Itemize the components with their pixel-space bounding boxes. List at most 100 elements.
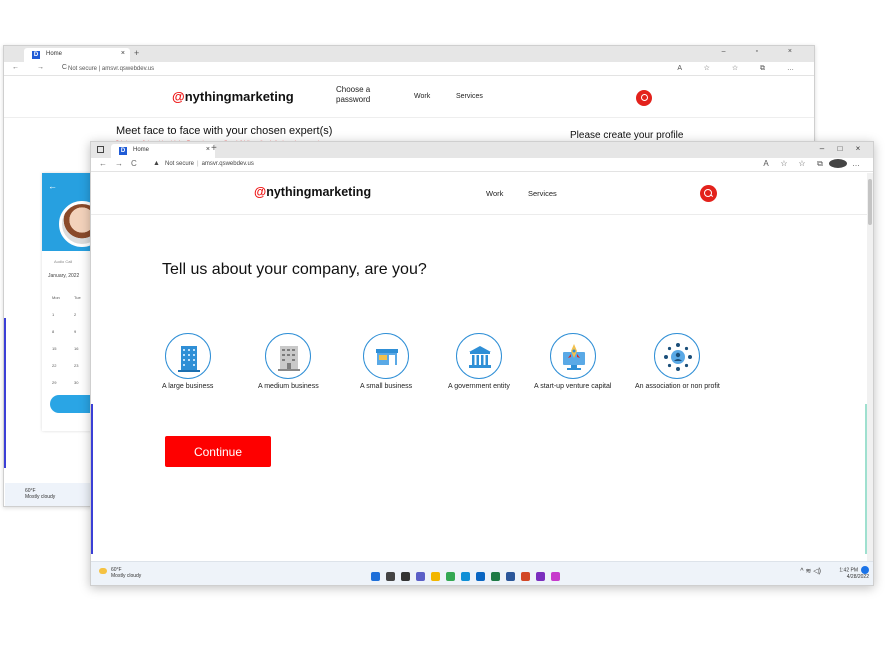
task-view-icon[interactable]	[401, 572, 410, 581]
calendar-day[interactable]: 8	[52, 323, 74, 340]
notification-icon[interactable]	[861, 566, 869, 574]
option-label: A start-up venture capital	[534, 383, 612, 390]
logo-text: nythingmarketing	[266, 185, 372, 199]
edge-icon[interactable]	[461, 572, 470, 581]
excel-icon[interactable]	[491, 572, 500, 581]
nav-services[interactable]: Services	[456, 93, 483, 100]
search-icon[interactable]	[700, 185, 717, 202]
url-text: amsvr.qswebdev.us	[201, 161, 254, 167]
logo-at-sign: @	[254, 185, 267, 199]
chrome-icon[interactable]	[446, 572, 455, 581]
nav-services[interactable]: Services	[528, 189, 557, 198]
tab-actions-icon[interactable]	[97, 146, 104, 153]
search-icon[interactable]	[636, 90, 652, 106]
clock-date: 4/28/2022	[846, 574, 869, 580]
browser-tab[interactable]: D Home ×	[24, 48, 130, 62]
new-tab-icon[interactable]: +	[211, 143, 217, 154]
choose-password-link[interactable]: Choose a password	[336, 85, 386, 105]
word-icon[interactable]	[506, 572, 515, 581]
refresh-icon[interactable]: C	[131, 159, 147, 168]
back-icon[interactable]: ←	[99, 159, 115, 168]
meet-heading: Meet face to face with your chosen exper…	[116, 125, 333, 137]
browser-tab[interactable]: D Home ×	[111, 144, 215, 158]
nav-buttons: ← → C	[99, 159, 147, 168]
collections-icon[interactable]: ⧉	[811, 159, 829, 169]
chat-icon[interactable]	[416, 572, 425, 581]
weather-desc: Mostly cloudy	[25, 494, 56, 500]
forward-icon[interactable]: →	[115, 159, 131, 168]
back-arrow-icon[interactable]: ←	[48, 181, 57, 191]
profile-avatar[interactable]	[829, 159, 847, 169]
address-url[interactable]: Not secure | amsvr.qswebdev.us	[68, 66, 154, 72]
toolbar-icons[interactable]: A ☆ ☆ ⧉ …	[677, 64, 804, 73]
option-small-business[interactable]: A small business	[360, 333, 412, 390]
window-controls[interactable]: – ▫ ×	[722, 48, 806, 55]
audio-call-label[interactable]: Audio Call	[54, 259, 72, 264]
foreground-browser-window[interactable]: D Home × + – □ × ← → C ▲ Not secure | amsvr.qs…	[90, 141, 874, 586]
system-tray[interactable]: ^ ≋ ◁) 1:42 PM 4/28/2022	[800, 566, 869, 580]
option-medium-business[interactable]: A medium business	[258, 333, 319, 390]
calendar-day[interactable]: 15	[52, 340, 74, 357]
nav-work[interactable]: Work	[414, 93, 430, 100]
address-bar: ← → C ▲ Not secure | amsvr.qswebdev.us A ☆ ☆ ⧉…	[91, 158, 873, 172]
calendar-month: January, 2022	[48, 273, 80, 279]
large-building-icon	[164, 333, 211, 379]
file-explorer-icon[interactable]	[431, 572, 440, 581]
calendar-day[interactable]: 22	[52, 357, 74, 374]
option-label: A medium business	[258, 383, 319, 390]
logo-text: nythingmarketing	[184, 89, 294, 104]
weather-widget[interactable]: 60°F Mostly cloudy	[99, 567, 141, 579]
favicon-icon: D	[119, 147, 127, 155]
close-tab-icon[interactable]: ×	[206, 146, 210, 153]
weather-widget[interactable]: 60°F Mostly cloudy	[5, 483, 95, 506]
scrollbar-thumb[interactable]	[868, 179, 872, 225]
more-icon[interactable]: …	[847, 159, 865, 168]
nav-buttons[interactable]: ← → C	[12, 64, 75, 71]
read-aloud-icon[interactable]: A	[757, 159, 775, 168]
site-logo[interactable]: @nythingmarketing	[172, 89, 294, 104]
tab-bar: D Home × + – □ ×	[91, 142, 873, 158]
media-icon[interactable]	[551, 572, 560, 581]
option-government-entity[interactable]: A government entity	[448, 333, 510, 390]
search-icon[interactable]	[386, 572, 395, 581]
window-controls: – □ ×	[813, 144, 867, 153]
calendar-day[interactable]: 1	[52, 306, 74, 323]
minimize-icon[interactable]: –	[813, 144, 831, 153]
nav-work[interactable]: Work	[486, 189, 503, 198]
option-association-non-profit[interactable]: An association or non profit	[635, 333, 720, 390]
option-startup-venture-capital[interactable]: A start-up venture capital	[534, 333, 611, 390]
page-scrollbar[interactable]	[867, 173, 873, 563]
association-network-icon	[654, 333, 701, 379]
page-content: @nythingmarketing Work Services Tell us …	[91, 173, 868, 561]
maximize-icon[interactable]: □	[831, 144, 849, 153]
toolbar-icons: A ☆ ☆ ⧉…	[757, 159, 865, 169]
favorite-icon[interactable]: ☆	[775, 159, 793, 168]
start-icon[interactable]	[371, 572, 380, 581]
warning-icon[interactable]: ▲	[153, 160, 160, 167]
close-window-icon[interactable]: ×	[849, 144, 867, 153]
calendar-day[interactable]: 29	[52, 374, 74, 391]
close-tab-icon[interactable]: ×	[121, 50, 125, 57]
page-question: Tell us about your company, are you?	[162, 261, 427, 278]
favorites-list-icon[interactable]: ☆	[793, 159, 811, 168]
favicon-icon: D	[32, 51, 40, 59]
continue-button[interactable]: Continue	[165, 436, 271, 467]
tab-title: Home	[133, 147, 150, 153]
not-secure-label: Not secure	[165, 161, 195, 167]
tray-icons[interactable]: ^ ≋ ◁)	[800, 568, 821, 575]
weather-desc: Mostly cloudy	[111, 573, 142, 579]
option-label: A government entity	[448, 383, 510, 390]
onenote-icon[interactable]	[536, 572, 545, 581]
site-header: @nythingmarketing Choose a password Work…	[4, 76, 814, 118]
site-logo[interactable]: @nythingmarketing	[254, 185, 371, 199]
decorative-bar	[91, 404, 93, 554]
government-building-icon	[455, 333, 502, 379]
powerpoint-icon[interactable]	[521, 572, 530, 581]
new-tab-icon[interactable]: +	[134, 48, 139, 58]
create-profile-heading: Please create your profile	[570, 130, 684, 141]
option-large-business[interactable]: A large business	[162, 333, 213, 390]
site-header: @nythingmarketing Work Services	[91, 173, 868, 215]
clock-time: 1:42 PM	[839, 567, 858, 574]
address-url[interactable]: Not secure | amsvr.qswebdev.us	[165, 161, 254, 167]
outlook-icon[interactable]	[476, 572, 485, 581]
